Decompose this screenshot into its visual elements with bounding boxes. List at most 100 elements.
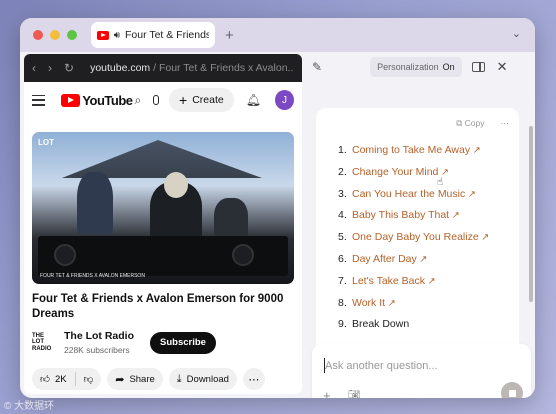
video-actions: 👍︎ 2K 👎︎ ➦ Share ⤓ Download ⋯ bbox=[32, 368, 265, 390]
scrollbar[interactable] bbox=[529, 126, 533, 302]
close-icon[interactable]: ✕ bbox=[497, 59, 508, 75]
track-item[interactable]: 7. Let's Take Back ↗ bbox=[338, 271, 489, 293]
maximize-window-button[interactable] bbox=[67, 30, 77, 40]
personalization-toggle[interactable]: Personalization On bbox=[370, 57, 462, 77]
track-item[interactable]: 6. Day After Day ↗ bbox=[338, 249, 489, 271]
menu-icon[interactable] bbox=[32, 94, 46, 106]
search-icon[interactable]: ⌕ bbox=[135, 93, 142, 108]
url-text[interactable]: youtube.com / Four Tet & Friends x Avalo… bbox=[90, 62, 294, 74]
track-title[interactable]: Day After Day bbox=[352, 253, 417, 265]
thumb-overlay-label: LOT bbox=[38, 138, 54, 147]
turntable-shape bbox=[232, 244, 254, 266]
external-link-icon[interactable]: ↗ bbox=[449, 210, 460, 221]
person-figure bbox=[77, 172, 113, 234]
thumb-bottom-text: FOUR TET & FRIENDS X AVALON EMERSON bbox=[40, 273, 145, 279]
track-item: 9. Break Down bbox=[338, 314, 489, 336]
youtube-header: YouTube ⌕ + Create 🔔︎ J bbox=[24, 82, 302, 118]
external-link-icon[interactable]: ↗ bbox=[479, 232, 489, 243]
track-item[interactable]: 5. One Day Baby You Realize ↗ bbox=[338, 227, 489, 249]
video-player[interactable]: LOT FOUR TET & FRIENDS X AVALON EMERSON bbox=[32, 132, 294, 284]
bell-icon[interactable]: 🔔︎ bbox=[246, 93, 261, 107]
speaker-icon[interactable]: 🔊︎ bbox=[114, 30, 120, 41]
turntable-shape bbox=[54, 244, 76, 266]
youtube-logo[interactable]: YouTube bbox=[61, 93, 133, 108]
track-title[interactable]: Baby This Baby That bbox=[352, 209, 449, 221]
external-link-icon[interactable]: ↗ bbox=[425, 276, 436, 287]
channel-info: The Lot Radio 228K subscribers bbox=[64, 330, 134, 355]
track-title[interactable]: Change Your Mind bbox=[352, 166, 438, 178]
ask-input-box[interactable]: Ask another question... + 📷︎ bbox=[312, 344, 531, 398]
browser-window: 🔊︎ Four Tet & Friends + ⌄ ‹ › ↻ youtube.… bbox=[20, 18, 535, 398]
track-number: 4. bbox=[338, 209, 347, 222]
sidebar-layout-icon[interactable] bbox=[471, 62, 485, 72]
dislike-button[interactable]: 👎︎ bbox=[76, 373, 102, 385]
track-item[interactable]: 1. Coming to Take Me Away ↗ bbox=[338, 140, 489, 162]
track-item[interactable]: 8. Work It ↗ bbox=[338, 293, 489, 315]
tab-active[interactable]: 🔊︎ Four Tet & Friends bbox=[91, 22, 215, 48]
url-domain: youtube.com bbox=[90, 62, 151, 74]
channel-row: THE LOT RADIO The Lot Radio 228K subscri… bbox=[32, 330, 296, 355]
youtube-favicon-icon bbox=[97, 30, 109, 40]
like-button[interactable]: 👍︎ 2K bbox=[32, 373, 75, 386]
reload-icon[interactable]: ↻ bbox=[64, 61, 74, 75]
track-title[interactable]: Coming to Take Me Away bbox=[352, 144, 470, 156]
camera-icon[interactable]: 📷︎ bbox=[348, 390, 361, 398]
avatar[interactable]: J bbox=[274, 90, 294, 110]
pointer-cursor-icon: ☝︎ bbox=[437, 177, 444, 188]
copy-icon: ⧉ bbox=[456, 118, 465, 128]
more-icon[interactable]: ⋯ bbox=[501, 118, 510, 129]
download-button[interactable]: ⤓ Download bbox=[168, 368, 237, 390]
compose-icon[interactable]: ✎ bbox=[312, 60, 322, 74]
track-number: 2. bbox=[338, 165, 347, 178]
external-link-icon[interactable]: ↗ bbox=[465, 189, 476, 200]
subscribe-button[interactable]: Subscribe bbox=[150, 331, 216, 354]
tab-strip: 🔊︎ Four Tet & Friends + ⌄ bbox=[20, 18, 535, 52]
more-options-button[interactable]: ⋯ bbox=[242, 368, 265, 390]
share-button[interactable]: ➦ Share bbox=[107, 368, 163, 390]
answer-card: ⧉ Copy ⋯ 1. Coming to Take Me Away ↗ 2. Cha… bbox=[316, 108, 519, 356]
assistant-toolbar: ✎ Personalization On ✕ bbox=[304, 52, 535, 82]
track-title[interactable]: Work It bbox=[352, 297, 385, 309]
plus-icon: + bbox=[179, 92, 188, 108]
chevron-down-icon[interactable]: ⌄ bbox=[512, 27, 521, 40]
download-icon: ⤓ bbox=[176, 372, 182, 385]
close-window-button[interactable] bbox=[33, 30, 43, 40]
track-number: 8. bbox=[338, 296, 347, 309]
microphone-icon[interactable] bbox=[153, 95, 160, 105]
url-path: / Four Tet & Friends x Avalon... bbox=[150, 62, 294, 74]
track-title[interactable]: Can You Hear the Music bbox=[352, 188, 465, 200]
personalization-state: On bbox=[442, 62, 455, 72]
external-link-icon[interactable]: ↗ bbox=[417, 254, 427, 265]
back-arrow-icon[interactable]: ‹ bbox=[32, 61, 36, 75]
answer-toolbar: ⧉ Copy ⋯ bbox=[456, 118, 509, 129]
track-title[interactable]: Let's Take Back bbox=[352, 275, 425, 287]
thumbs-up-icon: 👍︎ bbox=[40, 374, 50, 385]
track-item[interactable]: 2. Change Your Mind ↗ bbox=[338, 162, 489, 184]
track-item[interactable]: 3. Can You Hear the Music ↗ bbox=[338, 184, 489, 206]
web-content-pane: ‹ › ↻ youtube.com / Four Tet & Friends x… bbox=[24, 54, 302, 394]
track-number: 5. bbox=[338, 231, 347, 244]
video-title: Four Tet & Friends x Avalon Emerson for … bbox=[32, 293, 284, 320]
external-link-icon[interactable]: ↗ bbox=[470, 145, 481, 156]
track-number: 9. bbox=[338, 318, 347, 331]
external-link-icon[interactable]: ↗ bbox=[385, 298, 396, 309]
attach-plus-icon[interactable]: + bbox=[323, 388, 331, 398]
ask-input-placeholder: Ask another question... bbox=[325, 360, 438, 372]
like-dislike-group: 👍︎ 2K 👎︎ bbox=[32, 368, 102, 390]
minimize-window-button[interactable] bbox=[50, 30, 60, 40]
channel-name[interactable]: The Lot Radio bbox=[64, 330, 134, 342]
share-label: Share bbox=[129, 373, 155, 385]
track-title[interactable]: One Day Baby You Realize bbox=[352, 231, 479, 243]
track-number: 3. bbox=[338, 187, 347, 200]
create-button[interactable]: + Create bbox=[169, 88, 234, 112]
forward-arrow-icon[interactable]: › bbox=[48, 61, 52, 75]
new-tab-button[interactable]: + bbox=[225, 27, 234, 44]
stop-icon bbox=[508, 389, 516, 397]
stop-button[interactable] bbox=[501, 382, 523, 398]
copy-button[interactable]: ⧉ Copy bbox=[456, 118, 484, 129]
thumbs-down-icon: 👎︎ bbox=[83, 374, 94, 385]
track-item[interactable]: 4. Baby This Baby That ↗ bbox=[338, 205, 489, 227]
personalization-label: Personalization bbox=[377, 62, 439, 72]
track-list: 1. Coming to Take Me Away ↗ 2. Change Your … bbox=[338, 140, 489, 336]
channel-logo[interactable]: THE LOT RADIO bbox=[32, 333, 54, 353]
